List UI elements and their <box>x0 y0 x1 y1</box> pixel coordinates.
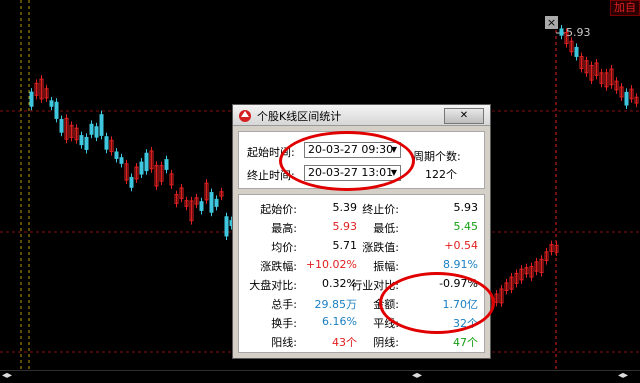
stat-label: 行业对比: <box>351 279 399 292</box>
stat-label: 涨跌幅: <box>260 260 297 273</box>
dialog-close-button[interactable]: ✕ <box>444 108 484 124</box>
scroll-arrows-left-icon[interactable]: ◂▸ <box>2 370 12 381</box>
scroll-arrows-mid-icon[interactable]: ◂▸ <box>412 370 422 381</box>
stat-value: 5.93 <box>332 220 358 233</box>
stats-row: 换手: 6.16% 平线: 32个 <box>239 312 484 331</box>
stat-value: 6.16% <box>322 315 357 328</box>
start-time-label: 起始时间: <box>247 146 295 159</box>
stats-panel: 起始价: 5.39 终止价: 5.93 最高: 5.93 最低: 5.45 均价: 5.71 涨跌值… <box>238 194 485 353</box>
chart-scroll-bar[interactable]: ◂▸ ◂▸ ◂▸ <box>0 370 640 383</box>
scroll-arrows-right-icon[interactable]: ◂▸ <box>618 370 628 381</box>
stat-label: 终止价: <box>362 203 399 216</box>
dialog-title: 个股K线区间统计 <box>257 110 342 123</box>
stat-label: 最低: <box>373 222 399 235</box>
stat-label: 均价: <box>271 241 297 254</box>
stat-value: 32个 <box>453 317 478 330</box>
stat-label: 振幅: <box>373 260 399 273</box>
stat-value: 5.39 <box>332 201 358 214</box>
stat-value: 8.91% <box>443 258 478 271</box>
stats-row: 涨跌幅: +10.02% 振幅: 8.91% <box>239 255 484 274</box>
stats-row: 最高: 5.93 最低: 5.45 <box>239 217 484 236</box>
stat-value: 29.85万 <box>314 298 358 311</box>
end-time-picker[interactable]: 20-03-27 13:01 ▼ <box>304 165 401 181</box>
price-marker-label: 5.93 <box>566 26 591 39</box>
chevron-down-icon[interactable]: ▼ <box>391 166 397 180</box>
period-count-value: 122个 <box>425 168 457 181</box>
start-time-picker[interactable]: 20-03-27 09:30 ▼ <box>304 142 401 158</box>
stat-label: 金额: <box>373 298 399 311</box>
stat-label: 总手: <box>271 298 297 311</box>
start-time-value: 20-03-27 09:30 <box>308 143 394 156</box>
stat-label: 大盘对比: <box>249 279 297 292</box>
stats-row: 起始价: 5.39 终止价: 5.93 <box>239 198 484 217</box>
end-time-label: 终止时间: <box>247 169 295 182</box>
dialog-titlebar[interactable]: 个股K线区间统计 ✕ <box>233 105 490 126</box>
stat-value: 5.71 <box>332 239 358 252</box>
stat-label: 阳线: <box>271 336 297 349</box>
stat-value: +10.02% <box>305 258 357 271</box>
app-logo-icon <box>239 110 251 122</box>
stat-label: 涨跌值: <box>362 241 399 254</box>
stats-row: 阳线: 43个 阴线: 47个 <box>239 331 484 350</box>
chevron-down-icon[interactable]: ▼ <box>391 143 397 157</box>
stat-label: 最高: <box>271 222 297 235</box>
time-range-panel: 起始时间: 20-03-27 09:30 ▼ 终止时间: 20-03-27 13… <box>238 131 485 189</box>
stat-label: 起始价: <box>260 203 297 216</box>
stat-label: 换手: <box>271 317 297 330</box>
stat-value: 47个 <box>453 336 478 349</box>
stat-value: -0.97% <box>439 277 478 290</box>
stats-row: 均价: 5.71 涨跌值: +0.54 <box>239 236 484 255</box>
stats-row: 大盘对比: 0.32% 行业对比: -0.97% <box>239 274 484 293</box>
stat-value: 5.45 <box>453 220 479 233</box>
stats-row: 总手: 29.85万 金额: 1.70亿 <box>239 293 484 312</box>
top-right-label: 加自 <box>610 0 640 16</box>
stat-value: 1.70亿 <box>442 298 479 311</box>
interval-stats-dialog: 个股K线区间统计 ✕ 起始时间: 20-03-27 09:30 ▼ 终止时间: … <box>232 104 491 359</box>
stat-label: 平线: <box>373 317 399 330</box>
chart-close-icon[interactable]: × <box>545 16 558 29</box>
period-count-label: 周期个数: <box>413 150 461 163</box>
stat-value: 5.93 <box>453 201 479 214</box>
stat-value: +0.54 <box>444 239 478 252</box>
stat-label: 阴线: <box>373 336 399 349</box>
stat-value: 43个 <box>332 336 357 349</box>
end-time-value: 20-03-27 13:01 <box>308 166 394 179</box>
